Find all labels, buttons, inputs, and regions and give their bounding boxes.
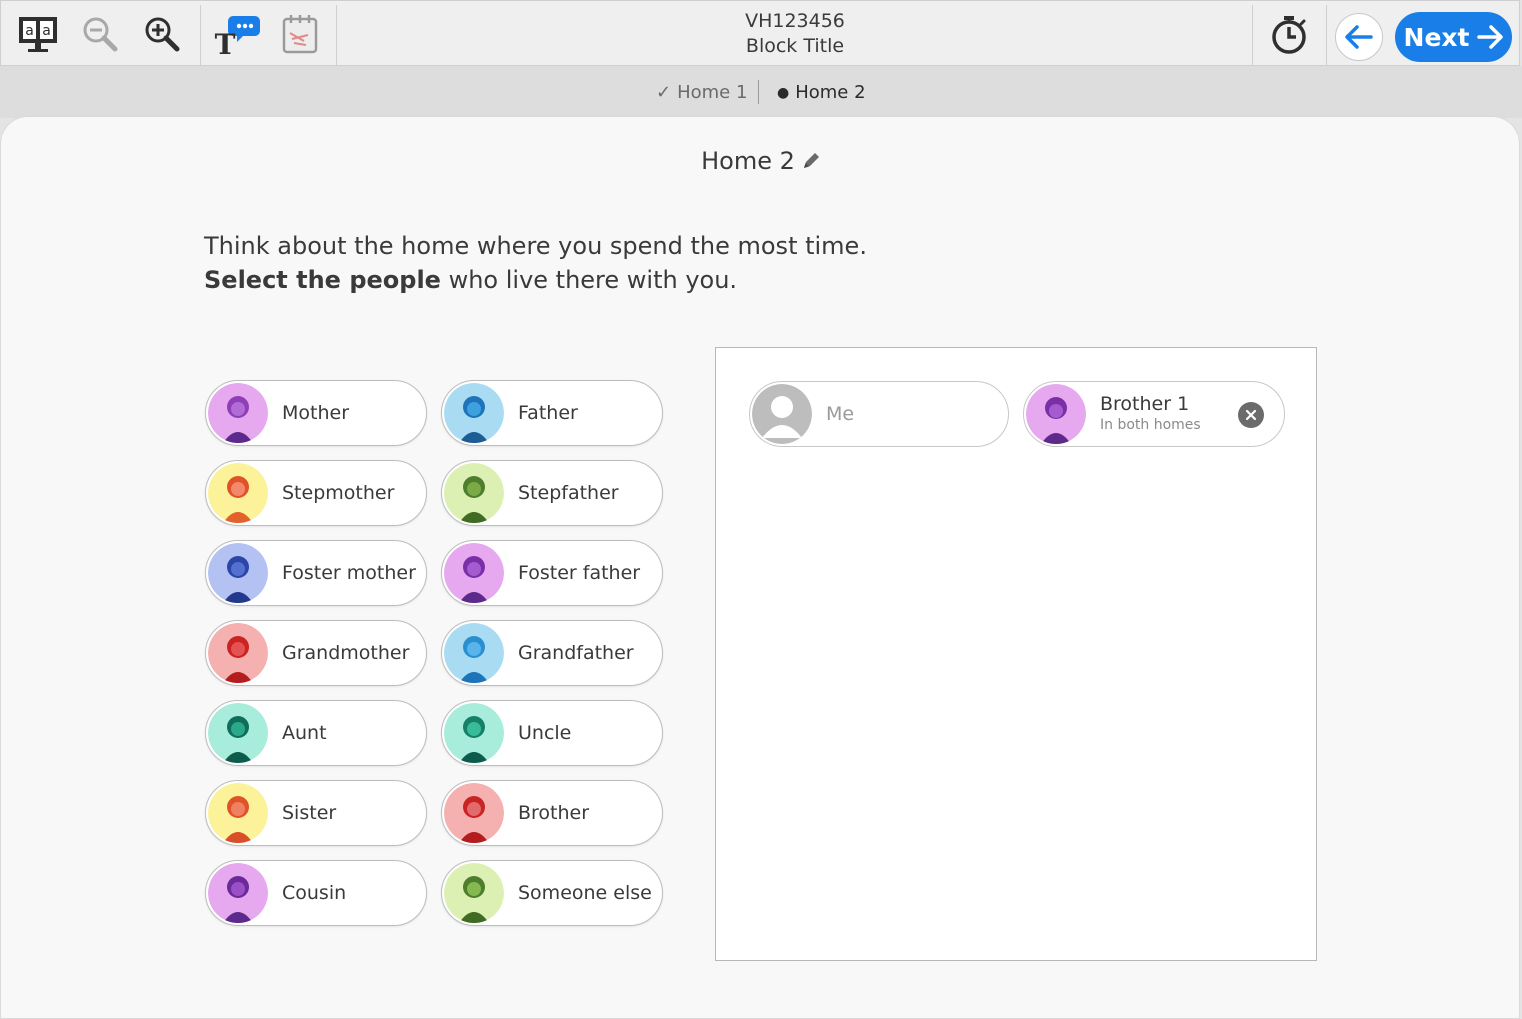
option-brother[interactable]: Brother — [441, 780, 663, 846]
option-father[interactable]: Father — [441, 380, 663, 446]
toolbar-divider — [1252, 5, 1253, 65]
avatar — [444, 783, 504, 843]
instruction-bold: Select the people — [204, 266, 441, 294]
close-icon — [1245, 409, 1257, 421]
person-name: Brother 1 — [1100, 393, 1190, 415]
check-icon: ✓ — [656, 82, 672, 103]
option-mother[interactable]: Mother — [205, 380, 427, 446]
option-label: Someone else — [518, 882, 652, 904]
avatar — [208, 383, 268, 443]
tab-label: Home 1 — [677, 82, 748, 103]
option-label: Aunt — [282, 722, 327, 744]
pencil-icon[interactable] — [801, 151, 821, 171]
block-heading: VH123456 Block Title — [695, 9, 895, 59]
notepad-icon[interactable] — [273, 7, 327, 61]
tab-label: Home 2 — [795, 82, 866, 103]
arrow-left-icon — [1345, 25, 1373, 49]
option-grandfather[interactable]: Grandfather — [441, 620, 663, 686]
option-label: Cousin — [282, 882, 347, 904]
avatar — [208, 623, 268, 683]
option-label: Brother — [518, 802, 590, 824]
avatar — [444, 463, 504, 523]
next-button[interactable]: Next — [1395, 12, 1512, 62]
me-label: Me — [826, 403, 855, 425]
arrow-right-icon — [1477, 25, 1504, 49]
option-aunt[interactable]: Aunt — [205, 700, 427, 766]
toolbar-divider — [1326, 5, 1327, 65]
avatar — [752, 384, 812, 444]
page-title: Home 2 — [1, 147, 1521, 175]
toolbar-divider — [200, 5, 201, 65]
zoom-in-icon[interactable] — [135, 7, 189, 61]
selected-people-area[interactable]: Me Brother 1 In both homes — [715, 347, 1317, 961]
option-label: Stepmother — [282, 482, 395, 504]
remove-button[interactable] — [1238, 402, 1264, 428]
option-uncle[interactable]: Uncle — [441, 700, 663, 766]
instruction-rest: who live there with you. — [440, 266, 738, 294]
avatar — [208, 863, 268, 923]
avatar — [208, 783, 268, 843]
block-title: Block Title — [745, 35, 845, 57]
option-grandmother[interactable]: Grandmother — [205, 620, 427, 686]
avatar — [208, 463, 268, 523]
svg-text:a: a — [25, 23, 34, 39]
question-card: Home 2 Think about the home where you sp… — [0, 116, 1520, 1019]
option-label: Father — [518, 402, 578, 424]
selected-me: Me — [749, 381, 1009, 447]
assessment-id: VH123456 — [745, 10, 845, 32]
instruction-line-1: Think about the home where you spend the… — [204, 232, 867, 260]
stopwatch-icon[interactable] — [1262, 7, 1316, 61]
top-toolbar: a a T VH123456 Block Title Next — [0, 0, 1520, 66]
avatar — [208, 703, 268, 763]
option-label: Grandmother — [282, 642, 410, 664]
home-name: Home 2 — [701, 147, 795, 175]
selected-brother-1[interactable]: Brother 1 In both homes — [1023, 381, 1285, 447]
option-cousin[interactable]: Cousin — [205, 860, 427, 926]
option-label: Grandfather — [518, 642, 634, 664]
zoom-out-icon[interactable] — [73, 7, 127, 61]
option-stepfather[interactable]: Stepfather — [441, 460, 663, 526]
option-stepmother[interactable]: Stepmother — [205, 460, 427, 526]
back-button[interactable] — [1335, 13, 1383, 61]
option-label: Stepfather — [518, 482, 619, 504]
option-label: Foster mother — [282, 562, 416, 584]
avatar — [1026, 384, 1086, 444]
glossary-icon[interactable]: T — [209, 7, 263, 61]
option-label: Foster father — [518, 562, 641, 584]
next-label: Next — [1403, 22, 1470, 52]
instructions: Think about the home where you spend the… — [204, 229, 867, 297]
svg-text:T: T — [215, 28, 236, 56]
tab-divider — [758, 80, 759, 104]
option-label: Sister — [282, 802, 337, 824]
svg-text:a: a — [42, 23, 51, 39]
option-foster-mother[interactable]: Foster mother — [205, 540, 427, 606]
avatar — [444, 623, 504, 683]
avatar — [444, 383, 504, 443]
avatar — [444, 863, 504, 923]
option-label: Uncle — [518, 722, 572, 744]
avatar — [444, 703, 504, 763]
avatar — [444, 543, 504, 603]
selected-person-text: Brother 1 In both homes — [1100, 393, 1201, 435]
toolbar-divider — [336, 5, 337, 65]
tab-home-1[interactable]: ✓ Home 1 — [656, 82, 747, 103]
current-dot-icon: ● — [777, 84, 790, 101]
option-label: Mother — [282, 402, 350, 424]
option-foster-father[interactable]: Foster father — [441, 540, 663, 606]
person-note: In both homes — [1100, 417, 1201, 433]
option-sister[interactable]: Sister — [205, 780, 427, 846]
tab-home-2[interactable]: ● Home 2 — [777, 82, 866, 103]
avatar — [208, 543, 268, 603]
home-tabs: ✓ Home 1 ● Home 2 — [0, 66, 1522, 118]
instruction-line-2: Select the people who live there with yo… — [204, 263, 867, 297]
option-someone-else[interactable]: Someone else — [441, 860, 663, 926]
text-to-speech-icon[interactable]: a a — [11, 7, 65, 61]
